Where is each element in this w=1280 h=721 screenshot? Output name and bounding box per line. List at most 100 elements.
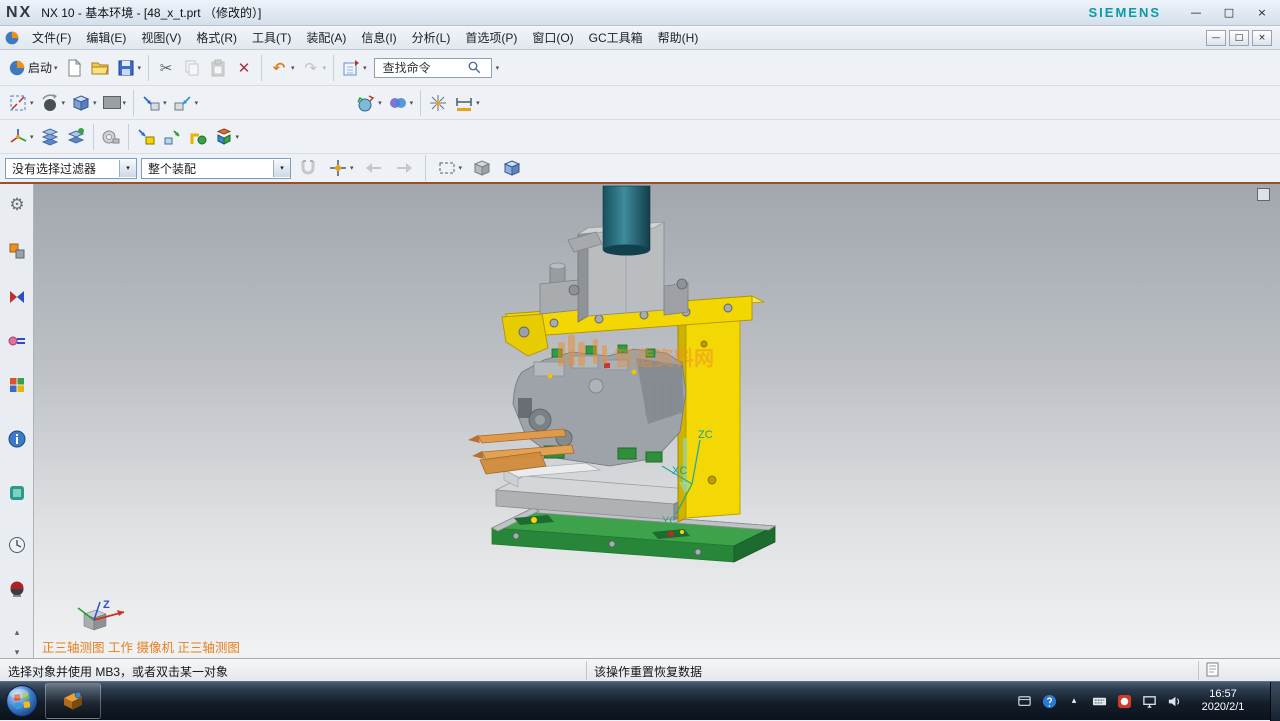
- start-button[interactable]: [5, 684, 39, 718]
- caret-icon: ▾: [195, 99, 199, 107]
- select-next-button[interactable]: [391, 154, 417, 182]
- selection-scope-combo[interactable]: 整个装配 ▾: [141, 158, 291, 179]
- history-icon[interactable]: [4, 532, 30, 558]
- layer-settings-button[interactable]: [37, 123, 63, 151]
- layers-icon: [40, 127, 60, 147]
- menu-information[interactable]: 信息(I): [354, 26, 403, 49]
- chevron-down-icon[interactable]: ▾: [273, 160, 290, 177]
- tray-app-icon[interactable]: [1016, 693, 1032, 709]
- rotate-view-button[interactable]: ▾: [37, 89, 69, 117]
- color-swatch-icon: [103, 96, 121, 109]
- paste-button[interactable]: [205, 54, 231, 82]
- select-general-objects-button[interactable]: [469, 154, 495, 182]
- tray-help-icon[interactable]: [1041, 693, 1057, 709]
- menu-preferences[interactable]: 首选项(P): [458, 26, 524, 49]
- rendering-style-button[interactable]: ▾: [68, 89, 100, 117]
- menu-file[interactable]: 文件(F): [25, 26, 78, 49]
- show-desktop-button[interactable]: [1270, 682, 1280, 721]
- command-finder[interactable]: [374, 58, 492, 78]
- copy-button[interactable]: [179, 54, 205, 82]
- start-menu-button[interactable]: 启动 ▾: [5, 54, 61, 82]
- journal-button[interactable]: [98, 123, 124, 151]
- viewport-corner-widget[interactable]: [1257, 188, 1270, 201]
- menu-analysis[interactable]: 分析(L): [405, 26, 458, 49]
- document-close-button[interactable]: ×: [1252, 30, 1272, 46]
- navigation-gear-icon[interactable]: ⚙: [4, 192, 30, 218]
- measure-distance-button[interactable]: ▾: [451, 89, 483, 117]
- press-cylinder[interactable]: [603, 186, 650, 256]
- document-restore-button[interactable]: □: [1229, 30, 1249, 46]
- app-menu-icon[interactable]: [4, 30, 20, 46]
- select-previous-button[interactable]: [361, 154, 387, 182]
- selection-filter-combo[interactable]: 没有选择过滤器 ▾: [5, 158, 137, 179]
- view-status-text: 正三轴测图 工作 摄像机 正三轴测图: [42, 640, 240, 655]
- object-color-button[interactable]: ▾: [100, 89, 130, 117]
- save-button[interactable]: ▾: [113, 54, 145, 82]
- datum-csys-button[interactable]: ▾: [5, 123, 37, 151]
- exploded-views-button[interactable]: ▾: [211, 123, 243, 151]
- hd3d-tools-icon[interactable]: [4, 480, 30, 506]
- input-method-icon[interactable]: [1116, 693, 1132, 709]
- reuse-library-icon[interactable]: [4, 372, 30, 398]
- open-file-button[interactable]: [87, 54, 113, 82]
- assembly-navigator-icon[interactable]: [4, 328, 30, 354]
- document-minimize-button[interactable]: —: [1206, 30, 1226, 46]
- crosshair-icon: [428, 93, 448, 113]
- add-component-button[interactable]: [133, 123, 159, 151]
- show-hide-button[interactable]: ▾: [385, 89, 417, 117]
- caret-icon: ▾: [30, 133, 34, 141]
- orient-view-button[interactable]: ▾: [5, 89, 37, 117]
- rectangle-select-button[interactable]: ▾: [434, 154, 466, 182]
- volume-icon[interactable]: [1166, 693, 1182, 709]
- snap-view-button[interactable]: [425, 89, 451, 117]
- search-history-caret-icon[interactable]: ▾: [496, 64, 500, 72]
- menu-assemblies[interactable]: 装配(A): [299, 26, 353, 49]
- repeat-command-button[interactable]: ▾: [338, 54, 370, 82]
- web-browser-icon[interactable]: [4, 426, 30, 452]
- redo-button[interactable]: ↷ ▾: [298, 54, 330, 82]
- menu-gc-toolbox[interactable]: GC工具箱: [582, 26, 650, 49]
- close-button[interactable]: ×: [1250, 4, 1274, 22]
- menu-edit[interactable]: 编辑(E): [79, 26, 133, 49]
- constraint-navigator-icon[interactable]: [4, 284, 30, 310]
- network-icon[interactable]: [1141, 693, 1157, 709]
- copy-to-layer-button[interactable]: ▾: [170, 89, 202, 117]
- menu-tools[interactable]: 工具(T): [245, 26, 298, 49]
- keyboard-layout-icon[interactable]: [1091, 693, 1107, 709]
- delete-button[interactable]: ✕: [231, 54, 257, 82]
- minimize-button[interactable]: —: [1184, 4, 1208, 22]
- taskbar-clock[interactable]: 16:57 2020/2/1: [1191, 688, 1255, 714]
- menu-format[interactable]: 格式(R): [189, 26, 244, 49]
- system-materials-icon[interactable]: [4, 576, 30, 602]
- assembly-constraints-button[interactable]: [185, 123, 211, 151]
- graphics-window[interactable]: ZC XC YC 智造资料网 Z 正三轴测图 工作 摄像机 正三轴测图: [34, 184, 1280, 658]
- menu-help[interactable]: 帮助(H): [651, 26, 706, 49]
- search-icon[interactable]: [467, 60, 482, 75]
- caret-icon: ▾: [410, 99, 414, 107]
- menu-view[interactable]: 视图(V): [134, 26, 188, 49]
- status-prompt: 选择对象并使用 MB3，或者双击某一对象: [8, 663, 228, 680]
- roles-icon[interactable]: [4, 238, 30, 264]
- hidden-icons-chevron-icon[interactable]: ▴: [1066, 693, 1082, 709]
- undo-button[interactable]: ↶ ▾: [266, 54, 298, 82]
- snap-point-button[interactable]: ▾: [325, 154, 357, 182]
- command-search-input[interactable]: [381, 60, 467, 76]
- cad-model-canvas[interactable]: ZC XC YC 智造资料网 Z 正三轴测图 工作 摄像机 正三轴测图: [34, 184, 1280, 658]
- move-to-layer-button[interactable]: ▾: [138, 89, 170, 117]
- system-tray: ▴ 16:57 2020/2/1: [1016, 682, 1280, 721]
- cut-button[interactable]: ✂: [153, 54, 179, 82]
- snap-enable-button[interactable]: [295, 154, 321, 182]
- status-doc-icon[interactable]: [1204, 661, 1222, 679]
- layer-in-view-button[interactable]: [63, 123, 89, 151]
- select-solid-body-button[interactable]: [499, 154, 525, 182]
- maximize-button[interactable]: □: [1217, 4, 1241, 22]
- new-file-button[interactable]: [61, 54, 87, 82]
- render-sphere-icon: [356, 93, 376, 113]
- view-triad[interactable]: Z: [78, 599, 124, 630]
- nx-taskbar-button[interactable]: [45, 683, 101, 719]
- caret-icon: ▾: [93, 99, 97, 107]
- menu-window[interactable]: 窗口(O): [525, 26, 580, 49]
- move-component-button[interactable]: [159, 123, 185, 151]
- true-shading-button[interactable]: ▾: [353, 89, 385, 117]
- chevron-down-icon[interactable]: ▾: [119, 160, 136, 177]
